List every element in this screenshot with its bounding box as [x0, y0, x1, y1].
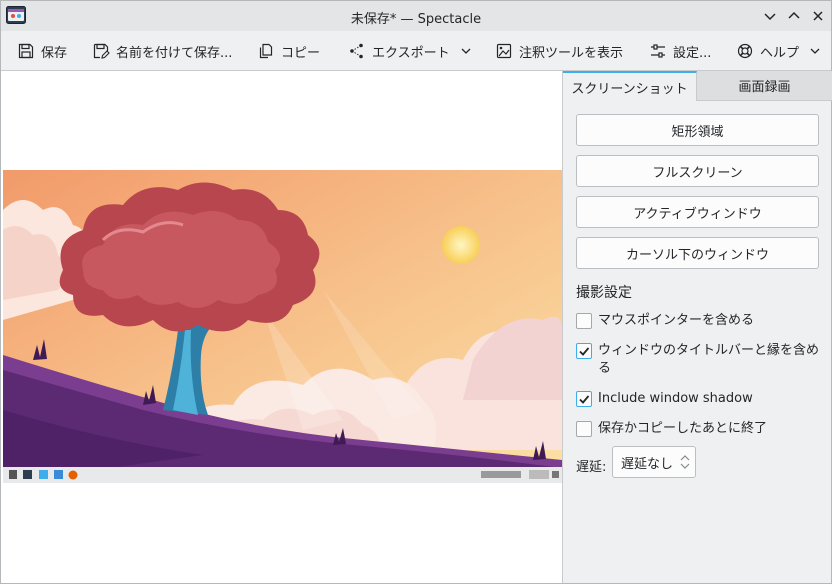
show-annotation-tools-button[interactable]: 注釈ツールを表示	[495, 39, 623, 63]
window-under-cursor-button[interactable]: カーソル下のウィンドウ	[576, 237, 819, 269]
settings-label: 設定...	[673, 45, 712, 61]
help-label: ヘルプ	[760, 45, 800, 61]
save-as-label: 名前を付けて保存...	[116, 45, 233, 61]
settings-sliders-icon	[651, 44, 665, 58]
maximize-button[interactable]	[785, 7, 803, 25]
include-titlebar-label: ウィンドウのタイトルバーと縁を含める	[598, 343, 820, 376]
spin-arrows-icon	[680, 455, 690, 469]
spectacle-window: 未保存* — Spectacle 保存 名前を付けて保存... コピー エクスポ…	[0, 0, 832, 584]
close-button[interactable]	[809, 7, 827, 25]
annotate-icon	[496, 43, 512, 59]
tab-screenshot[interactable]: スクリーンショット	[563, 71, 697, 101]
chevron-down-icon	[461, 48, 471, 54]
copy-icon	[259, 43, 273, 59]
settings-button[interactable]: 設定...	[649, 39, 711, 63]
quit-after-save-label: 保存かコピーしたあとに終了	[598, 421, 768, 436]
fullscreen-button[interactable]: フルスクリーン	[576, 155, 819, 187]
save-icon	[18, 43, 34, 59]
annotate-label: 注釈ツールを表示	[519, 45, 624, 61]
quit-after-save-checkbox[interactable]	[576, 421, 592, 437]
checkmark-icon	[579, 347, 590, 356]
mode-tabs: スクリーンショット 画面録画	[563, 71, 832, 101]
help-lifebuoy-icon	[737, 43, 753, 59]
delay-spinbox[interactable]: 遅延なし	[612, 446, 696, 478]
rectangular-region-button[interactable]: 矩形領域	[576, 114, 819, 146]
include-shadow-option[interactable]: Include window shadow	[576, 390, 826, 408]
save-as-button[interactable]: 名前を付けて保存...	[92, 39, 232, 63]
delay-label: 遅延:	[576, 460, 607, 475]
include-titlebar-checkbox[interactable]	[576, 343, 592, 359]
save-label: 保存	[41, 45, 68, 61]
chevron-down-icon	[810, 48, 820, 54]
capture-settings-heading: 撮影設定	[576, 285, 632, 301]
capture-settings-panel: スクリーンショット 画面録画 矩形領域 フルスクリーン アクティブウィンドウ カ…	[562, 71, 832, 583]
help-menu-button[interactable]: ヘルプ	[736, 39, 821, 63]
close-icon	[813, 11, 823, 21]
include-pointer-option[interactable]: マウスポインターを含める	[576, 312, 826, 330]
share-icon	[350, 43, 363, 59]
save-as-icon	[93, 43, 110, 59]
chevron-up-icon	[788, 11, 800, 19]
include-shadow-label: Include window shadow	[598, 391, 753, 406]
active-window-button[interactable]: アクティブウィンドウ	[576, 196, 819, 228]
tab-screen-recording[interactable]: 画面録画	[697, 71, 832, 101]
include-pointer-checkbox[interactable]	[576, 313, 592, 329]
main-toolbar: 保存 名前を付けて保存... コピー エクスポート 注釈ツールを表示 設定...…	[1, 31, 831, 71]
export-menu-button[interactable]: エクスポート	[348, 39, 472, 63]
export-label: エクスポート	[372, 45, 450, 61]
copy-button[interactable]: コピー	[257, 39, 320, 63]
copy-label: コピー	[281, 45, 321, 61]
delay-value: 遅延なし	[621, 456, 674, 472]
screenshot-preview-image[interactable]	[3, 170, 562, 483]
titlebar[interactable]: 未保存* — Spectacle	[1, 1, 831, 31]
minimize-button[interactable]	[761, 7, 779, 25]
include-pointer-label: マウスポインターを含める	[598, 313, 755, 328]
window-title: 未保存* — Spectacle	[350, 12, 482, 27]
quit-after-save-option[interactable]: 保存かコピーしたあとに終了	[576, 420, 826, 438]
include-titlebar-option[interactable]: ウィンドウのタイトルバーと縁を含める	[576, 342, 826, 378]
save-button[interactable]: 保存	[17, 39, 67, 63]
checkmark-icon	[579, 395, 590, 404]
chevron-down-icon	[764, 13, 776, 21]
include-shadow-checkbox[interactable]	[576, 391, 592, 407]
screenshot-preview-area	[1, 71, 562, 583]
